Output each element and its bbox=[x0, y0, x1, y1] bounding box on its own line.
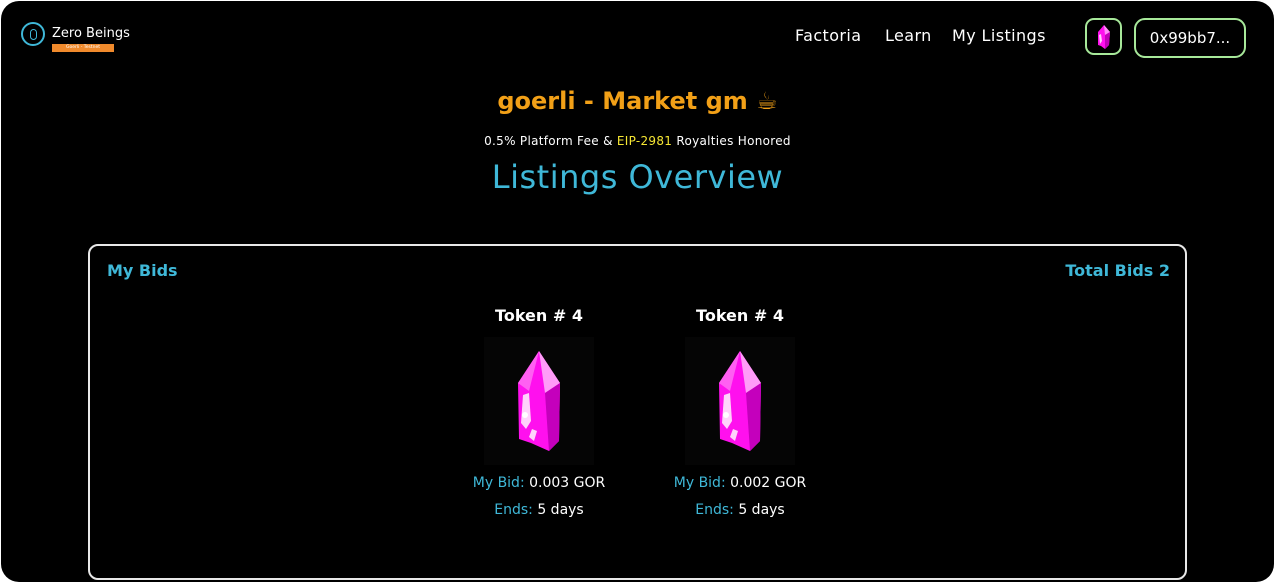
nav-my-listings[interactable]: My Listings bbox=[952, 26, 1046, 45]
token-title: Token # 4 bbox=[696, 306, 784, 325]
ends-value: 5 days bbox=[537, 502, 584, 518]
my-bids-panel: My Bids Total Bids 2 Token # 4 My Bid: 0… bbox=[88, 244, 1187, 580]
nav-factoria-wrap: Factoria bbox=[795, 26, 861, 45]
fee-suffix: Royalties Honored bbox=[672, 134, 791, 148]
page-title: Listings Overview bbox=[491, 158, 784, 196]
profile-button[interactable] bbox=[1085, 18, 1122, 55]
token-image[interactable] bbox=[484, 337, 594, 465]
fee-prefix: 0.5% Platform Fee & bbox=[484, 134, 617, 148]
nav-learn-wrap: Learn bbox=[885, 26, 932, 45]
ends-label: Ends: bbox=[494, 502, 533, 518]
bid-label: My Bid: bbox=[673, 475, 726, 491]
market-title: goerli - Market gm ☕ bbox=[497, 87, 778, 115]
ends-row: Ends: 5 days bbox=[660, 502, 820, 518]
app-frame: Zero Beings Goerli - Testnet Factoria Le… bbox=[1, 1, 1274, 582]
network-badge: Goerli - Testnet bbox=[52, 44, 114, 52]
bid-card[interactable]: Token # 4 My Bid: 0.003 GOR Ends: 5 days bbox=[459, 306, 619, 518]
ends-row: Ends: 5 days bbox=[459, 502, 619, 518]
purple-crystal-icon bbox=[1097, 24, 1110, 49]
purple-crystal-icon bbox=[518, 351, 560, 451]
purple-crystal-icon bbox=[719, 351, 761, 451]
wallet-button[interactable]: 0x99bb7... bbox=[1134, 18, 1246, 58]
nav-my-listings-wrap: My Listings bbox=[952, 26, 1046, 45]
ends-value: 5 days bbox=[738, 502, 785, 518]
total-bids: Total Bids 2 bbox=[1065, 261, 1170, 280]
token-image[interactable] bbox=[685, 337, 795, 465]
logo[interactable]: Zero Beings Goerli - Testnet bbox=[21, 22, 130, 52]
bid-row: My Bid: 0.003 GOR bbox=[459, 475, 619, 491]
ends-label: Ends: bbox=[695, 502, 734, 518]
bid-label: My Bid: bbox=[472, 475, 525, 491]
panel-title: My Bids bbox=[107, 261, 178, 280]
eip-link[interactable]: EIP-2981 bbox=[617, 134, 672, 148]
app-name: Zero Beings bbox=[52, 26, 130, 41]
bid-value: 0.002 GOR bbox=[730, 475, 807, 491]
logo-icon bbox=[21, 22, 45, 46]
fee-line: 0.5% Platform Fee & EIP-2981 Royalties H… bbox=[1, 134, 1274, 148]
token-title: Token # 4 bbox=[495, 306, 583, 325]
nav-learn[interactable]: Learn bbox=[885, 26, 932, 45]
bid-row: My Bid: 0.002 GOR bbox=[660, 475, 820, 491]
bid-value: 0.003 GOR bbox=[529, 475, 606, 491]
nav-factoria[interactable]: Factoria bbox=[795, 26, 861, 45]
bid-card[interactable]: Token # 4 My Bid: 0.002 GOR Ends: 5 days bbox=[660, 306, 820, 518]
